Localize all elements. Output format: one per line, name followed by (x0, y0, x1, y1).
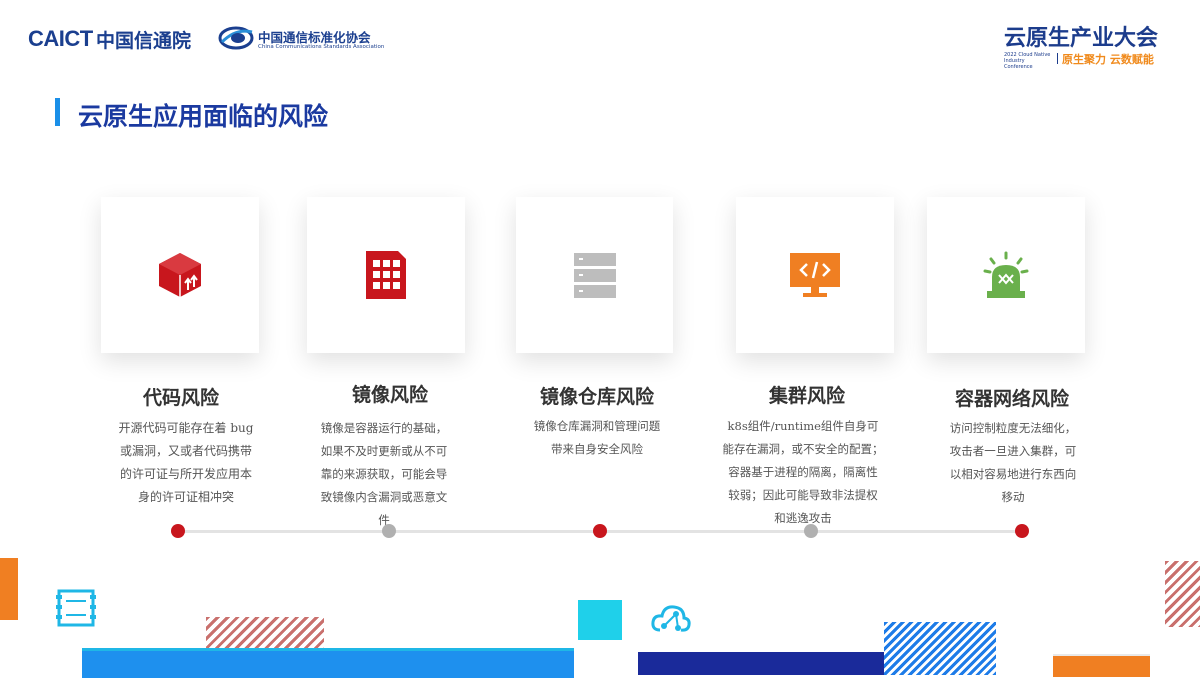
film-strip-icon (56, 589, 96, 627)
timeline-dot (593, 524, 607, 538)
risk-desc-code: 开源代码可能存在着 bug 或漏洞，又或者代码携带 的许可证与所开发应用本 身的… (118, 421, 254, 504)
risk-title-image: 镜像风险 (351, 384, 428, 406)
risk-card-registry (516, 197, 673, 353)
alarm-light-icon (983, 251, 1029, 298)
timeline-dot (171, 524, 185, 538)
caict-logo: CAICT (28, 26, 93, 51)
risk-card-code (101, 197, 259, 353)
deco-striped-block-red (206, 617, 324, 649)
deco-cyan-square (578, 600, 622, 640)
risk-title-code: 代码风险 (142, 387, 219, 409)
risk-title-cluster: 集群风险 (768, 385, 845, 407)
deco-orange-bar-left (0, 558, 18, 620)
conference-title: 云原生产业大会 (1004, 26, 1159, 51)
timeline-dot (1015, 524, 1029, 538)
box-upload-icon (159, 253, 201, 297)
risk-desc-image: 镜像是容器运行的基础， 如果不及时更新或从不可 靠的来源获取，可能会导 致镜像内… (320, 421, 448, 527)
deco-striped-block-blue (884, 622, 996, 675)
building-icon (366, 251, 406, 299)
deco-striped-block-right (1165, 561, 1200, 627)
risk-card-cluster (736, 197, 894, 353)
risk-card-network (927, 197, 1085, 353)
risk-desc-cluster: k8s组件/runtime组件自身可 能存在漏洞，或不安全的配置； 容器基于进程… (722, 419, 884, 525)
risk-desc-network: 访问控制粒度无法细化， 攻击者一旦进入集群，可 以相对容易地进行东西向 移动 (949, 421, 1077, 504)
server-stack-icon (573, 253, 616, 298)
title-accent-bar (55, 98, 60, 126)
deco-blue-bar (82, 648, 574, 678)
caict-name: 中国信通院 (96, 30, 192, 52)
timeline-dot (382, 524, 396, 538)
risk-title-registry: 镜像仓库风险 (539, 386, 654, 408)
cloud-network-icon (651, 605, 691, 632)
risk-desc-registry: 镜像仓库漏洞和管理问题 带来自身安全风险 (533, 419, 661, 456)
risk-card-image (307, 197, 465, 353)
deco-orange-bar-right (1053, 654, 1150, 677)
ccsa-english-name: China Communications Standards Associati… (258, 44, 385, 50)
conference-slogan: 原生聚力 云数赋能 (1062, 53, 1154, 66)
conference-english-name: 2022 Cloud Native Industry Conference (1004, 52, 1051, 70)
conference-divider (1057, 53, 1058, 64)
monitor-code-icon (790, 253, 840, 297)
risk-title-network: 容器网络风险 (954, 388, 1069, 410)
page-title: 云原生应用面临的风险 (78, 102, 329, 131)
timeline-dot (804, 524, 818, 538)
ccsa-logo-icon (218, 26, 254, 50)
